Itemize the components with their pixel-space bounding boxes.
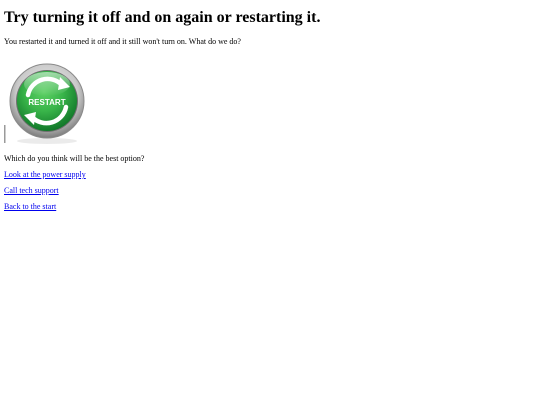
page-title: Try turning it off and on again or resta… bbox=[4, 9, 321, 26]
restart-icon: RESTART bbox=[4, 63, 85, 144]
intro-text: You restarted it and turned it off and i… bbox=[4, 37, 241, 46]
choice-link-power-supply[interactable]: Look at the power supply bbox=[4, 170, 86, 180]
question-text: Which do you think will be the best opti… bbox=[4, 154, 145, 163]
choice-link-tech-support[interactable]: Call tech support bbox=[4, 186, 59, 196]
page: Try turning it off and on again or resta… bbox=[0, 0, 540, 405]
restart-label: RESTART bbox=[28, 98, 65, 107]
restart-image: RESTART bbox=[4, 59, 90, 145]
choice-link-back-to-start[interactable]: Back to the start bbox=[4, 202, 56, 212]
